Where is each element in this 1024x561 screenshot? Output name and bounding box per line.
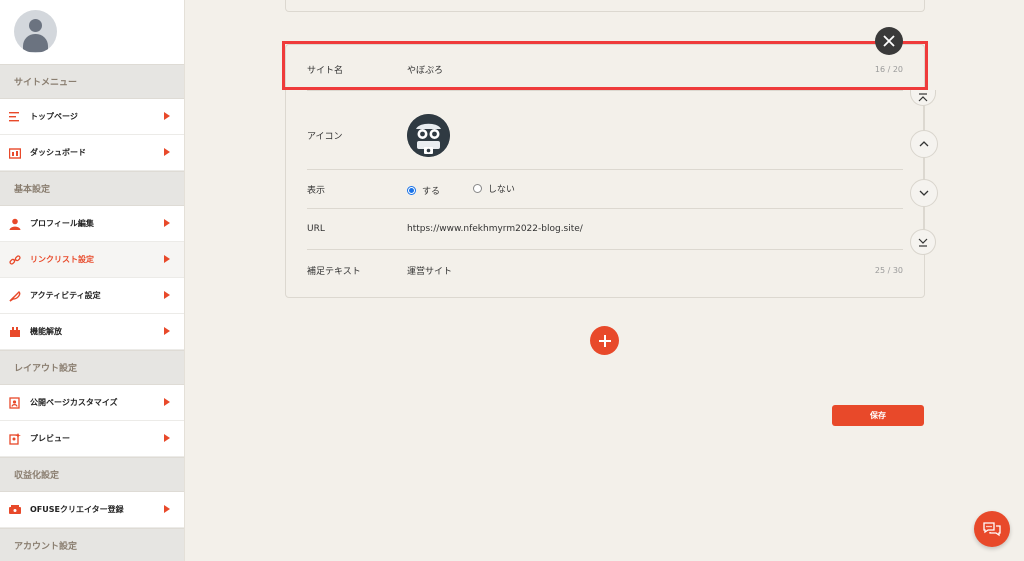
sidebar: サイトメニュー トップページ ダッシュボード 基本設定 プロフィール編集 リンク…: [0, 0, 185, 561]
chevron-right-icon: [164, 219, 170, 227]
display-off-label: しない: [487, 184, 515, 195]
display-radio-off[interactable]: しない: [472, 182, 515, 195]
sidebar-item-customize[interactable]: 公開ページカスタマイズ: [0, 385, 184, 421]
add-link-button[interactable]: [590, 326, 619, 355]
sidebar-item-label: ダッシュボード: [30, 148, 86, 157]
site-name-highlight: [282, 41, 928, 90]
supplement-row[interactable]: 補足テキスト 運営サイト 25 / 30: [307, 250, 903, 290]
double-down-icon: [918, 238, 928, 247]
sidebar-item-label: トップページ: [30, 112, 78, 121]
user-icon: [8, 217, 22, 231]
display-on-label: する: [422, 186, 441, 197]
chevron-right-icon: [164, 291, 170, 299]
section-site-menu: サイトメニュー: [0, 64, 184, 99]
ofuse-icon: [8, 503, 22, 517]
url-label: URL: [307, 224, 325, 234]
link-icon: [8, 253, 22, 267]
chevron-right-icon: [164, 112, 170, 120]
feather-icon: [8, 289, 22, 303]
icon-row: アイコン: [307, 101, 903, 170]
customize-icon: [8, 396, 22, 410]
preview-icon: [8, 432, 22, 446]
display-radio-on[interactable]: する: [407, 184, 440, 197]
list-icon: [8, 110, 22, 124]
chat-icon: [983, 522, 1001, 537]
sidebar-item-label: リンクリスト設定: [30, 255, 94, 264]
section-account-settings: アカウント設定: [0, 528, 184, 561]
chevron-right-icon: [164, 434, 170, 442]
dashboard-icon: [8, 146, 22, 160]
unlock-icon: [8, 325, 22, 339]
close-icon: [883, 35, 895, 47]
sidebar-item-top-page[interactable]: トップページ: [0, 99, 184, 135]
sidebar-item-activity[interactable]: アクティビティ設定: [0, 278, 184, 314]
url-input[interactable]: https://www.nfekhmyrm2022-blog.site/: [407, 224, 903, 234]
move-down-button[interactable]: [910, 179, 938, 207]
sidebar-item-label: OFUSEクリエイター登録: [30, 505, 124, 514]
chat-button[interactable]: [974, 511, 1010, 547]
sidebar-item-unlock-features[interactable]: 機能解放: [0, 314, 184, 350]
sidebar-header: [0, 0, 184, 64]
supplement-input[interactable]: 運営サイト: [407, 264, 875, 277]
save-button[interactable]: 保存: [832, 405, 924, 426]
section-layout-settings: レイアウト設定: [0, 350, 184, 385]
url-row[interactable]: URL https://www.nfekhmyrm2022-blog.site/: [307, 209, 903, 250]
sidebar-item-dashboard[interactable]: ダッシュボード: [0, 135, 184, 171]
sidebar-item-link-list[interactable]: リンクリスト設定: [0, 242, 184, 278]
sidebar-item-label: プレビュー: [30, 434, 70, 443]
sidebar-item-preview[interactable]: プレビュー: [0, 421, 184, 457]
move-to-bottom-button[interactable]: [910, 229, 936, 255]
sidebar-item-label: プロフィール編集: [30, 219, 94, 228]
supplement-counter: 25 / 30: [874, 265, 903, 275]
display-row: 表示 する しない: [307, 170, 903, 209]
move-up-button[interactable]: [910, 130, 938, 158]
delete-link-button[interactable]: [875, 27, 903, 55]
sidebar-item-label: アクティビティ設定: [30, 291, 101, 300]
chevron-right-icon: [164, 505, 170, 513]
chevron-right-icon: [164, 398, 170, 406]
sidebar-item-label: 機能解放: [30, 327, 62, 336]
supplement-label: 補足テキスト: [307, 266, 361, 277]
avatar[interactable]: [14, 10, 57, 53]
display-label: 表示: [307, 185, 326, 196]
section-monetization-settings: 収益化設定: [0, 457, 184, 492]
previous-link-card: [285, 0, 925, 12]
chevron-right-icon: [164, 255, 170, 263]
radio-unselected-icon: [472, 183, 482, 193]
section-basic-settings: 基本設定: [0, 171, 184, 206]
radio-selected-icon: [407, 185, 416, 195]
icon-label: アイコン: [307, 131, 343, 142]
double-up-icon: [918, 92, 928, 101]
chevron-right-icon: [164, 148, 170, 156]
site-avatar-icon[interactable]: [407, 113, 450, 157]
sidebar-item-profile[interactable]: プロフィール編集: [0, 206, 184, 242]
plus-icon: [598, 334, 611, 347]
chevron-up-icon: [919, 141, 929, 147]
chevron-down-icon: [919, 190, 929, 196]
sidebar-item-ofuse[interactable]: OFUSEクリエイター登録: [0, 492, 184, 528]
sidebar-item-label: 公開ページカスタマイズ: [30, 398, 118, 407]
chevron-right-icon: [164, 327, 170, 335]
